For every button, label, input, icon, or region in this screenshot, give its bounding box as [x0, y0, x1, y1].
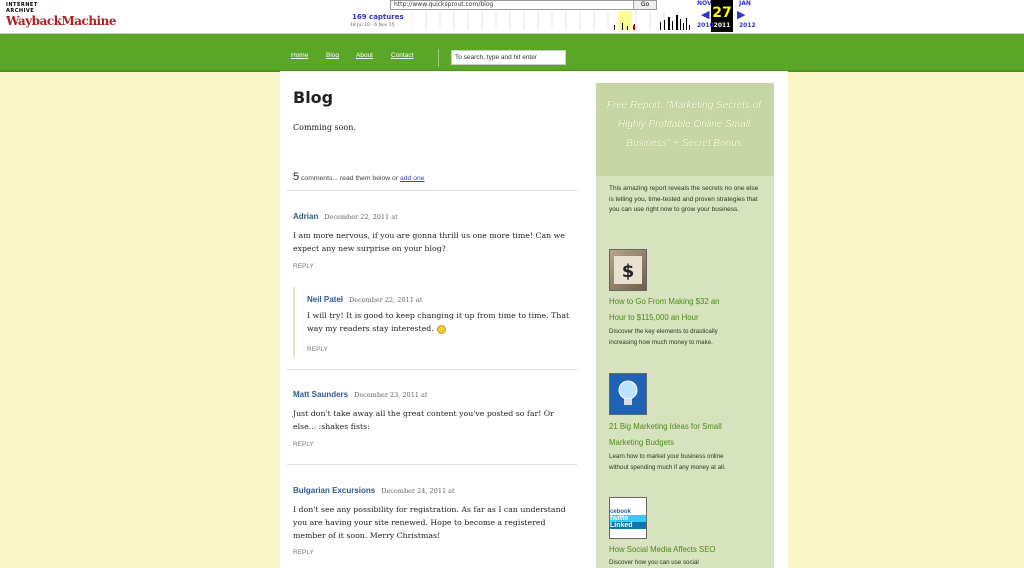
comment-matt-saunders: Matt Saunders December 23, 2011 at Just d… [293, 382, 568, 448]
year-navigator: NOV JAN ◀ ▶ 27 2011 2010 2012 [697, 0, 757, 32]
sidebar-sub: Learn how to market your business online… [609, 453, 726, 471]
captures-link[interactable]: 169 captures [352, 13, 404, 21]
comment-adrian: Adrian December 22, 2011 at I am more ner… [293, 204, 568, 270]
free-report-title[interactable]: Free Report: "Marketing Secrets of Highl… [602, 96, 766, 153]
add-comment-link[interactable]: add one [400, 175, 425, 182]
site-header: Home Blog About Contact To search, type … [0, 34, 1024, 72]
reply-button[interactable]: REPLY [307, 346, 328, 353]
smiley-icon [436, 324, 446, 334]
page-intro: Comming soon. [293, 123, 356, 132]
comment-date: December 23, 2011 at [354, 391, 428, 399]
prev-month[interactable]: NOV [697, 0, 712, 7]
sidebar: Free Report: "Marketing Secrets of Highl… [596, 83, 774, 568]
comment-date: December 22, 2011 at [324, 213, 398, 221]
social-media-thumbnail[interactable]: cebook twitte Linked [609, 497, 647, 539]
current-year: 2011 [713, 22, 731, 29]
comment-author[interactable]: Neil Patel [307, 295, 343, 304]
comment-count: 5 comments... read them below or add one [293, 171, 425, 183]
sidebar-link-marketing-ideas[interactable]: 21 Big Marketing Ideas for Small Marketi… [609, 419, 729, 451]
lightbulb-thumbnail[interactable] [609, 373, 647, 415]
comment-count-text: comments... read them below or [301, 175, 399, 182]
capture-sparkline[interactable] [412, 11, 697, 30]
divider [287, 190, 577, 191]
lightbulb-icon [618, 380, 638, 405]
reply-button[interactable]: REPLY [293, 549, 314, 556]
sidebar-link-social-seo[interactable]: How Social Media Affects SEO [609, 542, 729, 558]
wayback-go-button[interactable]: Go [633, 0, 657, 10]
next-year[interactable]: 2012 [739, 22, 756, 29]
capture-range: 18 Jul 10 - 6 Nov 15 [350, 23, 395, 28]
nav-home[interactable]: Home [291, 52, 308, 59]
comment-body: I don't see any possibility for registra… [293, 505, 566, 540]
wayback-logo[interactable]: INTERNET ARCHIVE WaybackMachine [6, 2, 116, 28]
svg-text:$: $ [622, 261, 635, 282]
comment-body: I am more nervous, if you are gonna thri… [293, 231, 565, 253]
nav-contact[interactable]: Contact [391, 52, 413, 59]
prev-arrow-icon[interactable]: ◀ [701, 8, 709, 21]
reply-button[interactable]: REPLY [293, 263, 314, 270]
wayback-url-input[interactable]: http://www.quicksprout.com/blog [390, 0, 635, 10]
wayback-logo-main: WaybackMachine [6, 14, 116, 28]
sidebar-sub: Discover how you can use social [609, 559, 699, 566]
current-day: 27 [712, 5, 732, 21]
comment-date: December 22, 2011 at [349, 296, 423, 304]
sidebar-sub: Discover the key elements to drastically… [609, 328, 718, 346]
divider [287, 369, 577, 370]
nav-blog[interactable]: Blog [326, 52, 339, 59]
money-icon: $ [614, 256, 642, 284]
prev-year[interactable]: 2010 [697, 22, 714, 29]
comment-author[interactable]: Adrian [293, 212, 318, 221]
comment-date: December 24, 2011 at [381, 487, 455, 495]
comment-count-number: 5 [293, 171, 300, 183]
comment-body: Just don't take away all the great conte… [293, 409, 554, 431]
nav-about[interactable]: About [356, 52, 373, 59]
next-arrow-icon[interactable]: ▶ [737, 8, 745, 21]
free-report-description: This amazing report reveals the secrets … [609, 185, 759, 213]
comment-bulgarian-excursions: Bulgarian Excursions December 24, 2011 at… [293, 478, 568, 556]
sidebar-link-32-hour[interactable]: How to Go From Making $32 an Hour to $11… [609, 294, 729, 326]
current-date: 27 2011 [711, 0, 733, 32]
next-month[interactable]: JAN [739, 0, 751, 7]
comment-author[interactable]: Matt Saunders [293, 390, 348, 399]
nav-divider [438, 49, 439, 67]
sidebar-header: Free Report: "Marketing Secrets of Highl… [596, 83, 774, 176]
wayback-toolbar: INTERNET ARCHIVE WaybackMachine http://w… [0, 0, 1024, 34]
divider [287, 464, 577, 465]
page-title: Blog [293, 88, 334, 107]
money-bag-thumbnail[interactable]: $ [609, 249, 647, 291]
reply-button[interactable]: REPLY [293, 441, 314, 448]
wayback-logo-top: INTERNET ARCHIVE [6, 2, 38, 14]
linkedin-label: Linked [610, 522, 646, 529]
search-input[interactable]: To search, type and hit enter [451, 50, 566, 65]
comment-neil-patel: Neil Patel December 22, 2011 at I will tr… [293, 287, 590, 357]
comment-author[interactable]: Bulgarian Excursions [293, 486, 375, 495]
twitter-label: twitte [610, 515, 646, 522]
